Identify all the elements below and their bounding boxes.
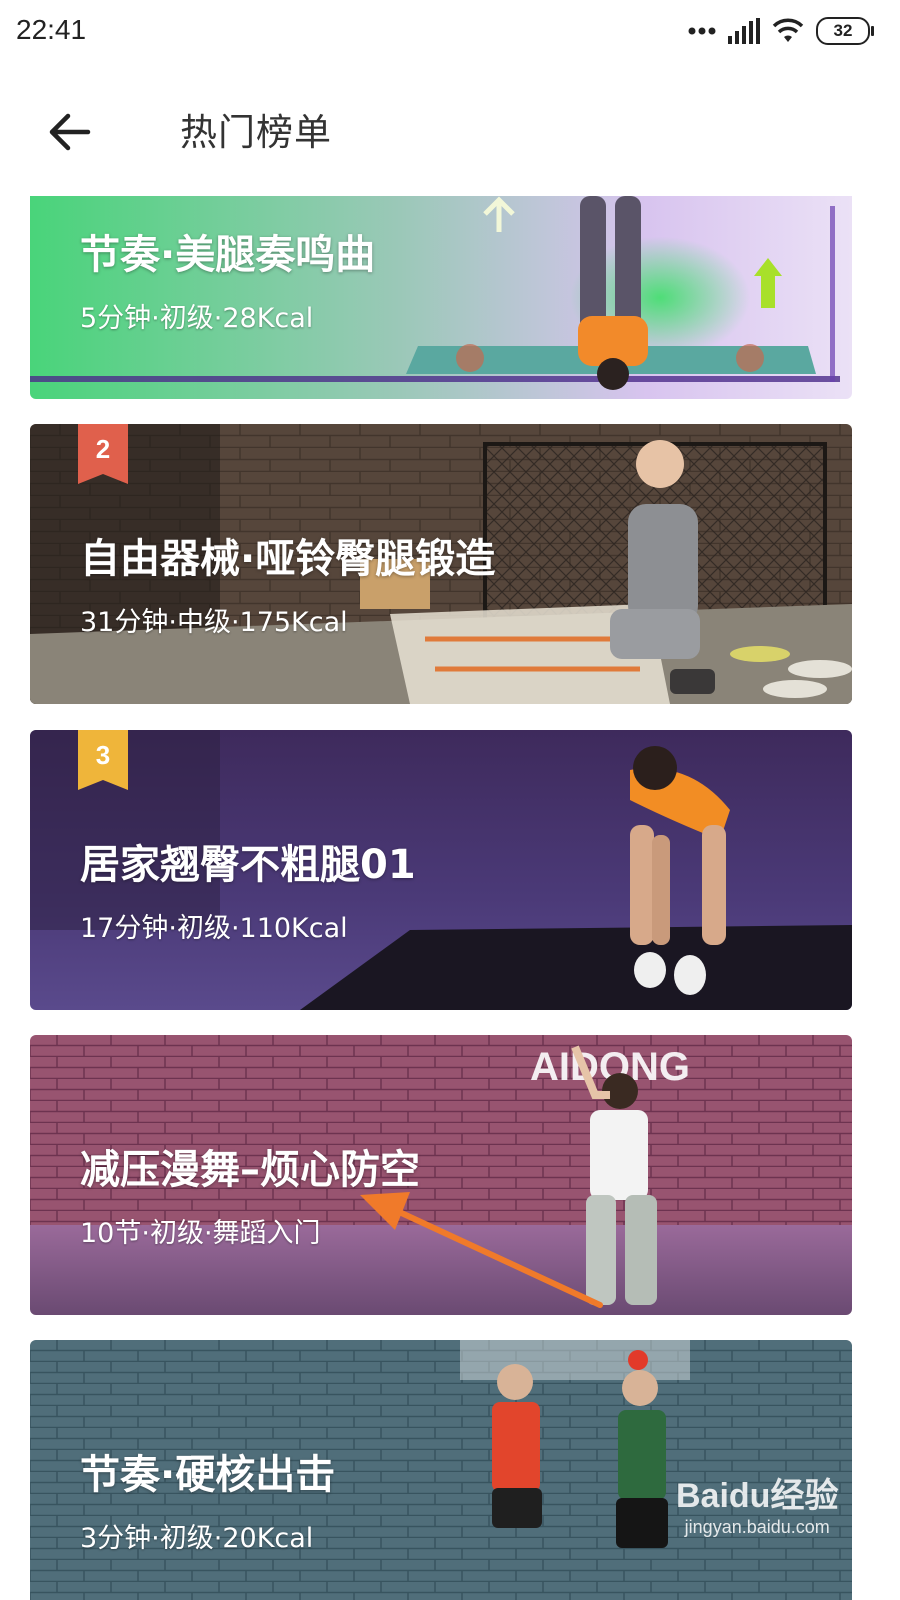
card-subtitle: 10节·初级·舞蹈入门	[80, 1218, 321, 1249]
header: 热门榜单	[0, 80, 900, 180]
workout-card-2[interactable]: 2 自由器械·哑铃臀腿锻造 31分钟·中级·175Kcal	[30, 424, 852, 704]
card-title: 居家翘臀不粗腿01	[80, 842, 416, 888]
wifi-icon	[772, 18, 804, 42]
workout-card-3[interactable]: 3 居家翘臀不粗腿01 17分钟·初级·110Kcal	[30, 730, 852, 1010]
card-subtitle: 3分钟·初级·20Kcal	[80, 1523, 314, 1554]
watermark-brand: Baidu经验	[676, 1477, 839, 1515]
status-bar: 22:41 32	[0, 0, 900, 62]
status-icons: 32	[688, 14, 874, 48]
rank-number: 3	[95, 740, 111, 770]
rank-badge: 3	[78, 730, 128, 790]
card-title: 自由器械·哑铃臀腿锻造	[80, 536, 496, 582]
signal-icon	[728, 18, 760, 44]
watermark-url: jingyan.baidu.com	[684, 1517, 830, 1537]
card-subtitle: 5分钟·初级·28Kcal	[80, 303, 314, 334]
dots-icon	[688, 27, 716, 35]
back-button[interactable]	[42, 104, 98, 160]
card-subtitle: 17分钟·初级·110Kcal	[80, 913, 348, 944]
rank-badge: 2	[78, 424, 128, 484]
status-time: 22:41	[16, 14, 87, 45]
arrow-left-icon	[49, 113, 91, 151]
page-title: 热门榜单	[180, 111, 332, 154]
workout-card-5[interactable]: 节奏·硬核出击 3分钟·初级·20Kcal Baidu经验 jingyan.ba…	[30, 1340, 852, 1600]
workout-card-4[interactable]: AIDONG 减压漫舞–烦心防空 10节·初级·舞蹈入门	[30, 1035, 852, 1315]
battery-icon: 32	[816, 17, 874, 45]
rank-number: 2	[95, 434, 111, 464]
card-subtitle: 31分钟·中级·175Kcal	[80, 607, 348, 638]
workout-card-1[interactable]: 节奏·美腿奏鸣曲 5分钟·初级·28Kcal	[30, 196, 852, 399]
card-title: 节奏·硬核出击	[80, 1452, 336, 1498]
card-title: 节奏·美腿奏鸣曲	[80, 232, 376, 278]
battery-level: 32	[833, 21, 853, 40]
card-title: 减压漫舞–烦心防空	[80, 1147, 420, 1193]
watermark: Baidu经验 jingyan.baidu.com	[676, 1468, 838, 1538]
